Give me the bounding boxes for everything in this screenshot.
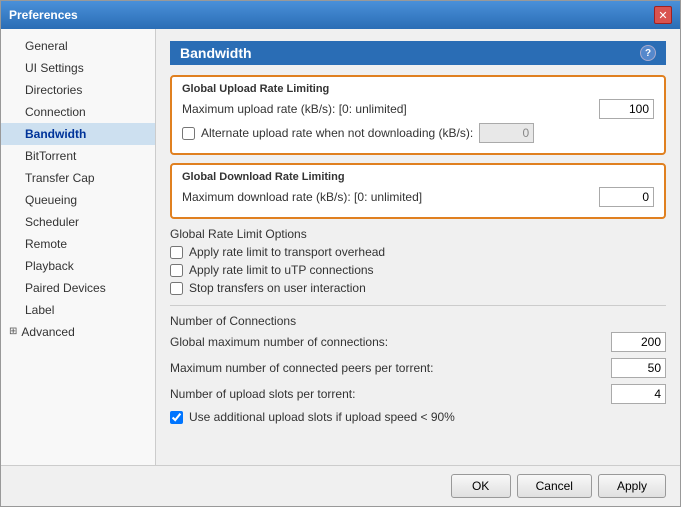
- rate-limit-overhead-row: Apply rate limit to transport overhead: [170, 245, 666, 259]
- titlebar: Preferences ✕: [1, 1, 680, 29]
- sidebar-label-remote: Remote: [25, 235, 67, 253]
- max-peers-label: Maximum number of connected peers per to…: [170, 361, 611, 375]
- sidebar-item-transfer-cap[interactable]: Transfer Cap: [1, 167, 155, 189]
- sidebar-label-connection: Connection: [25, 103, 86, 121]
- upload-section-title: Global Upload Rate Limiting: [182, 83, 654, 95]
- upload-section: Global Upload Rate Limiting Maximum uplo…: [170, 75, 666, 155]
- sidebar-item-ui-settings[interactable]: UI Settings: [1, 57, 155, 79]
- sidebar-item-scheduler[interactable]: Scheduler: [1, 211, 155, 233]
- sidebar-label-advanced: Advanced: [21, 323, 74, 341]
- rate-limit-utp-label: Apply rate limit to uTP connections: [189, 263, 374, 277]
- content-area: General UI Settings Directories Connecti…: [1, 29, 680, 465]
- max-connections-row: Global maximum number of connections:: [170, 332, 666, 352]
- max-upload-label: Maximum upload rate (kB/s): [0: unlimite…: [182, 102, 599, 116]
- additional-slots-label: Use additional upload slots if upload sp…: [189, 410, 455, 424]
- sidebar-label-transfer-cap: Transfer Cap: [25, 169, 95, 187]
- sidebar-label-queueing: Queueing: [25, 191, 77, 209]
- alternate-upload-row: Alternate upload rate when not downloadi…: [182, 123, 654, 143]
- max-connections-label: Global maximum number of connections:: [170, 335, 611, 349]
- rate-limit-utp-row: Apply rate limit to uTP connections: [170, 263, 666, 277]
- rate-limit-overhead-checkbox[interactable]: [170, 246, 183, 259]
- sidebar-label-general: General: [25, 37, 68, 55]
- window-title: Preferences: [9, 8, 78, 22]
- close-button[interactable]: ✕: [654, 6, 672, 24]
- help-icon[interactable]: ?: [640, 45, 656, 61]
- max-download-row: Maximum download rate (kB/s): [0: unlimi…: [182, 187, 654, 207]
- max-upload-row: Maximum upload rate (kB/s): [0: unlimite…: [182, 99, 654, 119]
- ok-button[interactable]: OK: [451, 474, 511, 498]
- download-section: Global Download Rate Limiting Maximum do…: [170, 163, 666, 219]
- sidebar-label-paired-devices: Paired Devices: [25, 279, 106, 297]
- sidebar-label-ui-settings: UI Settings: [25, 59, 84, 77]
- expand-icon: ⊞: [9, 323, 17, 341]
- sidebar-label-playback: Playback: [25, 257, 74, 275]
- sidebar-item-queueing[interactable]: Queueing: [1, 189, 155, 211]
- max-download-input[interactable]: [599, 187, 654, 207]
- alternate-upload-label: Alternate upload rate when not downloadi…: [201, 126, 473, 140]
- preferences-window: Preferences ✕ General UI Settings Direct…: [0, 0, 681, 507]
- rate-limit-overhead-label: Apply rate limit to transport overhead: [189, 245, 385, 259]
- sidebar-item-playback[interactable]: Playback: [1, 255, 155, 277]
- footer: OK Cancel Apply: [1, 465, 680, 506]
- sidebar: General UI Settings Directories Connecti…: [1, 29, 156, 465]
- stop-transfers-label: Stop transfers on user interaction: [189, 281, 366, 295]
- sidebar-item-remote[interactable]: Remote: [1, 233, 155, 255]
- connections-section: Number of Connections Global maximum num…: [170, 314, 666, 424]
- sidebar-item-advanced[interactable]: ⊞ Advanced: [1, 321, 155, 343]
- sidebar-item-bandwidth[interactable]: Bandwidth: [1, 123, 155, 145]
- rate-limit-utp-checkbox[interactable]: [170, 264, 183, 277]
- sidebar-label-bandwidth: Bandwidth: [25, 125, 86, 143]
- connections-title: Number of Connections: [170, 314, 666, 328]
- sidebar-item-bittorrent[interactable]: BitTorrent: [1, 145, 155, 167]
- additional-slots-checkbox[interactable]: [170, 411, 183, 424]
- sidebar-label-directories: Directories: [25, 81, 82, 99]
- apply-button[interactable]: Apply: [598, 474, 666, 498]
- sidebar-item-general[interactable]: General: [1, 35, 155, 57]
- sidebar-label-label: Label: [25, 301, 54, 319]
- sidebar-label-scheduler: Scheduler: [25, 213, 79, 231]
- max-peers-row: Maximum number of connected peers per to…: [170, 358, 666, 378]
- download-section-title: Global Download Rate Limiting: [182, 171, 654, 183]
- sidebar-item-label[interactable]: Label: [1, 299, 155, 321]
- stop-transfers-checkbox[interactable]: [170, 282, 183, 295]
- sidebar-item-connection[interactable]: Connection: [1, 101, 155, 123]
- cancel-button[interactable]: Cancel: [517, 474, 592, 498]
- sidebar-item-paired-devices[interactable]: Paired Devices: [1, 277, 155, 299]
- panel-header: Bandwidth ?: [170, 41, 666, 65]
- max-peers-input[interactable]: [611, 358, 666, 378]
- additional-slots-row: Use additional upload slots if upload sp…: [170, 410, 666, 424]
- panel-title: Bandwidth: [180, 45, 252, 61]
- max-upload-input[interactable]: [599, 99, 654, 119]
- rate-limit-title: Global Rate Limit Options: [170, 227, 666, 241]
- alternate-upload-checkbox[interactable]: [182, 127, 195, 140]
- divider: [170, 305, 666, 306]
- rate-limit-options: Global Rate Limit Options Apply rate lim…: [170, 227, 666, 295]
- alternate-upload-input[interactable]: [479, 123, 534, 143]
- sidebar-label-bittorrent: BitTorrent: [25, 147, 76, 165]
- max-download-label: Maximum download rate (kB/s): [0: unlimi…: [182, 190, 599, 204]
- max-connections-input[interactable]: [611, 332, 666, 352]
- upload-slots-label: Number of upload slots per torrent:: [170, 387, 611, 401]
- upload-slots-row: Number of upload slots per torrent:: [170, 384, 666, 404]
- sidebar-item-directories[interactable]: Directories: [1, 79, 155, 101]
- upload-slots-input[interactable]: [611, 384, 666, 404]
- stop-transfers-row: Stop transfers on user interaction: [170, 281, 666, 295]
- main-panel: Bandwidth ? Global Upload Rate Limiting …: [156, 29, 680, 465]
